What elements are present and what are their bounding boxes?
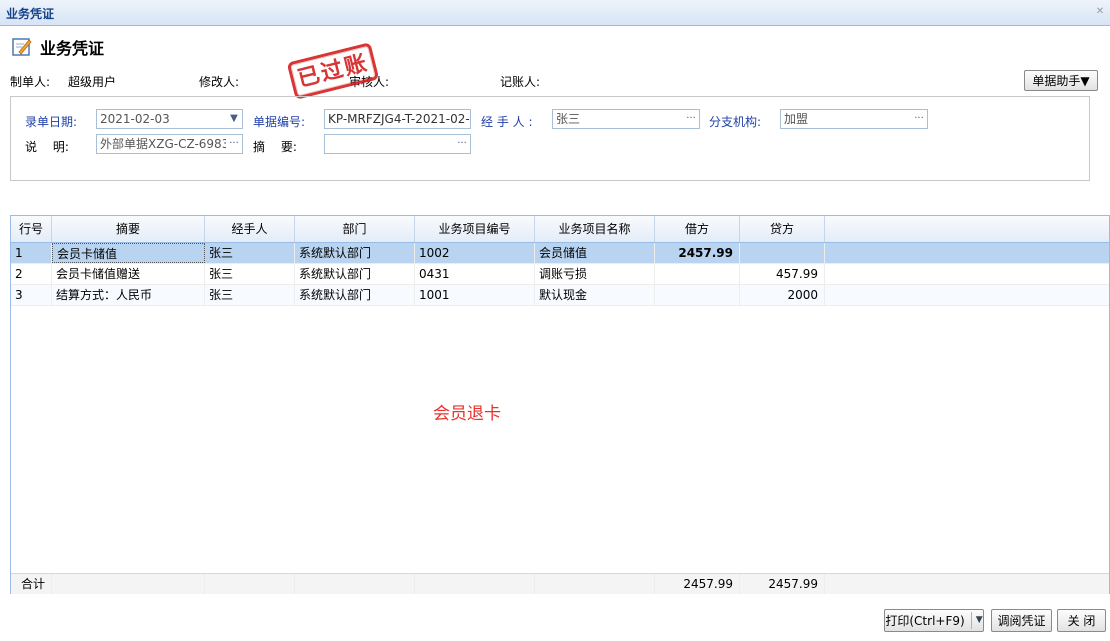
footer-empty — [52, 574, 205, 594]
ellipsis-icon[interactable]: ··· — [226, 135, 242, 153]
voucher-entries-grid: 行号 摘要 经手人 部门 业务项目编号 业务项目名称 借方 贷方 1 会员卡储值… — [10, 215, 1110, 594]
footer-empty — [205, 574, 295, 594]
ellipsis-icon[interactable]: ··· — [683, 110, 699, 128]
page-heading: 业务凭证 — [12, 36, 104, 58]
date-label: 录单日期: — [25, 115, 78, 129]
summary-field[interactable]: ··· — [324, 134, 471, 154]
footer-empty — [415, 574, 535, 594]
summary-label: 摘 要: — [253, 140, 297, 154]
row-credit[interactable]: 2000 — [740, 285, 825, 305]
credit-total: 2457.99 — [740, 574, 825, 594]
creator-value: 超级用户 — [68, 75, 117, 89]
handler-field[interactable]: 张三 ··· — [552, 109, 700, 129]
docno-value: KP-MRFZJG4-T-2021-02-0 — [328, 112, 471, 126]
row-handler[interactable]: 张三 — [205, 264, 295, 284]
col-header-no[interactable]: 行号 — [11, 216, 52, 242]
row-no: 1 — [11, 243, 52, 263]
desc-value: 外部单据XZG-CZ-6983 — [100, 137, 230, 151]
voucher-form-panel: 录单日期: 2021-02-03 ▼ 单据编号: KP-MRFZJG4-T-20… — [10, 96, 1090, 181]
row-handler[interactable]: 张三 — [205, 285, 295, 305]
footer-empty — [535, 574, 655, 594]
row-item-name[interactable]: 会员储值 — [535, 243, 655, 263]
branch-label: 分支机构: — [709, 115, 762, 129]
row-item-code[interactable]: 0431 — [415, 264, 535, 284]
row-summary[interactable]: 会员卡储值赠送 — [52, 264, 205, 284]
col-header-summary[interactable]: 摘要 — [52, 216, 205, 242]
row-item-code[interactable]: 1001 — [415, 285, 535, 305]
document-helper-button[interactable]: 单据助手▼ — [1024, 70, 1098, 91]
row-debit[interactable] — [655, 264, 740, 284]
row-item-code[interactable]: 1002 — [415, 243, 535, 263]
print-button[interactable]: 打印(Ctrl+F9) ▼ — [884, 609, 984, 632]
ellipsis-icon[interactable]: ··· — [911, 110, 927, 128]
handler-label: 经 手 人 : — [481, 115, 533, 129]
window-close-icon[interactable]: ✕ — [1094, 6, 1106, 18]
col-header-item-code[interactable]: 业务项目编号 — [415, 216, 535, 242]
close-button[interactable]: 关 闭 — [1057, 609, 1106, 632]
handler-value: 张三 — [556, 112, 581, 126]
view-voucher-button[interactable]: 调阅凭证 — [991, 609, 1052, 632]
grid-footer-totals: 合计 2457.99 2457.99 — [11, 573, 1109, 594]
grid-header: 行号 摘要 经手人 部门 业务项目编号 业务项目名称 借方 贷方 — [11, 216, 1109, 243]
window-titlebar: 业务凭证 ✕ — [0, 0, 1110, 26]
row-summary[interactable]: 会员卡储值 — [52, 243, 205, 263]
row-debit[interactable] — [655, 285, 740, 305]
col-header-credit[interactable]: 贷方 — [740, 216, 825, 242]
modifier-label: 修改人: — [199, 75, 240, 89]
row-handler[interactable]: 张三 — [205, 243, 295, 263]
desc-label: 说 明: — [25, 140, 69, 154]
row-summary[interactable]: 结算方式：人民币 — [52, 285, 205, 305]
footer-empty — [295, 574, 415, 594]
row-debit[interactable]: 2457.99 — [655, 243, 740, 263]
table-row[interactable]: 1 会员卡储值 张三 系统默认部门 1002 会员储值 2457.99 — [11, 243, 1109, 264]
edit-document-icon — [12, 38, 32, 56]
col-header-dept[interactable]: 部门 — [295, 216, 415, 242]
row-item-name[interactable]: 默认现金 — [535, 285, 655, 305]
posted-stamp: 已过账 — [286, 42, 380, 100]
debit-total: 2457.99 — [655, 574, 740, 594]
row-credit[interactable]: 457.99 — [740, 264, 825, 284]
desc-field[interactable]: 外部单据XZG-CZ-6983 ··· — [96, 134, 243, 154]
branch-field[interactable]: 加盟 ··· — [780, 109, 928, 129]
table-row[interactable]: 2 会员卡储值赠送 张三 系统默认部门 0431 调账亏损 457.99 — [11, 264, 1109, 285]
dropdown-arrow-icon[interactable]: ▼ — [226, 110, 242, 128]
ellipsis-icon[interactable]: ··· — [454, 135, 470, 153]
table-row[interactable]: 3 结算方式：人民币 张三 系统默认部门 1001 默认现金 2000 — [11, 285, 1109, 306]
window-title: 业务凭证 — [6, 7, 55, 21]
creator-label: 制单人: — [10, 75, 51, 89]
dropdown-arrow-icon[interactable]: ▼ — [970, 612, 983, 629]
row-no: 3 — [11, 285, 52, 305]
date-field[interactable]: 2021-02-03 ▼ — [96, 109, 243, 129]
col-header-item-name[interactable]: 业务项目名称 — [535, 216, 655, 242]
row-dept[interactable]: 系统默认部门 — [295, 285, 415, 305]
row-dept[interactable]: 系统默认部门 — [295, 264, 415, 284]
total-label: 合计 — [11, 574, 52, 594]
row-no: 2 — [11, 264, 52, 284]
row-credit[interactable] — [740, 243, 825, 263]
docno-field[interactable]: KP-MRFZJG4-T-2021-02-0 — [324, 109, 471, 129]
date-value: 2021-02-03 — [100, 112, 170, 126]
print-button-label: 打印(Ctrl+F9) — [885, 614, 965, 628]
col-header-debit[interactable]: 借方 — [655, 216, 740, 242]
bookkeeper-label: 记账人: — [500, 75, 541, 89]
docno-label: 单据编号: — [253, 115, 306, 129]
page-title: 业务凭证 — [40, 39, 105, 58]
row-dept[interactable]: 系统默认部门 — [295, 243, 415, 263]
branch-value: 加盟 — [784, 112, 809, 126]
row-item-name[interactable]: 调账亏损 — [535, 264, 655, 284]
grid-note: 会员退卡 — [433, 404, 501, 424]
col-header-handler[interactable]: 经手人 — [205, 216, 295, 242]
